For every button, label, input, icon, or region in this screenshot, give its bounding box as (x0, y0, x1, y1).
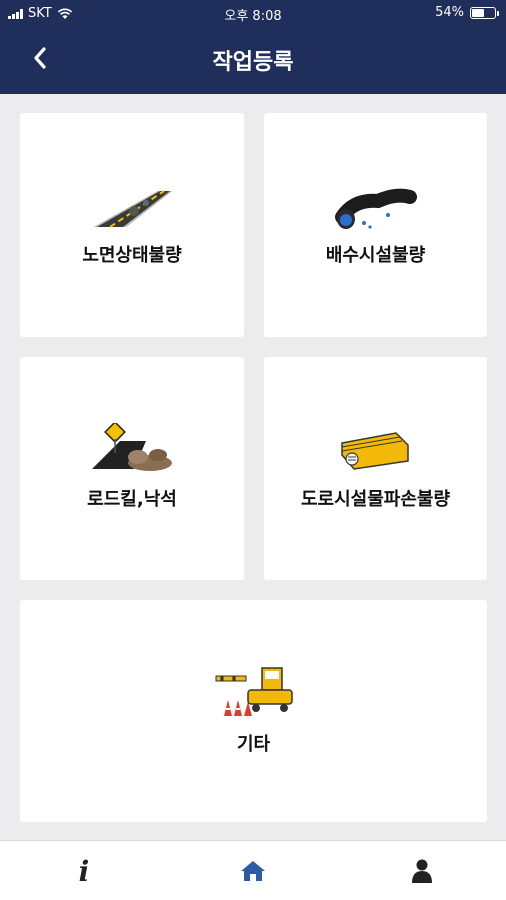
tile-label: 노면상태불량 (82, 245, 182, 266)
tab-profile[interactable] (402, 851, 442, 891)
battery-percent: 54% (435, 5, 464, 20)
guardrail-icon (340, 432, 409, 470)
battery-fill (472, 8, 484, 17)
status-time: 오후 8:08 (224, 9, 282, 24)
battery-icon (470, 6, 499, 19)
bottom-tab-bar: i (0, 840, 506, 900)
road-icon (94, 190, 172, 228)
status-right: 54% (435, 5, 499, 20)
tile-label: 기타 (236, 734, 271, 755)
tab-info[interactable]: i (64, 851, 104, 891)
tile-label: 배수시설불량 (325, 245, 426, 266)
tile-label: 도로시설물파손불량 (300, 489, 451, 510)
tile-roadkill-rockfall[interactable]: 로드킬,낙석 (20, 357, 244, 580)
falling-rocks-icon (92, 423, 172, 471)
info-icon: i (78, 854, 90, 888)
user-icon (412, 859, 432, 883)
roadblock-icon (215, 667, 293, 716)
page-title: 작업등록 (212, 50, 294, 75)
tab-home[interactable] (233, 851, 273, 891)
header-bar: 작업등록 (0, 26, 506, 94)
status-bar: SKT 오후 8:08 54% (0, 0, 506, 26)
tile-drainage[interactable]: 배수시설불량 (264, 113, 487, 337)
home-icon (241, 861, 265, 881)
tile-label: 로드킬,낙석 (87, 489, 177, 510)
tile-road-surface[interactable]: 노면상태불량 (20, 113, 244, 337)
tile-other[interactable]: 기타 (20, 600, 487, 822)
tile-facility-damage[interactable]: 도로시설물파손불량 (264, 357, 487, 580)
drain-pipe-icon (334, 188, 417, 229)
